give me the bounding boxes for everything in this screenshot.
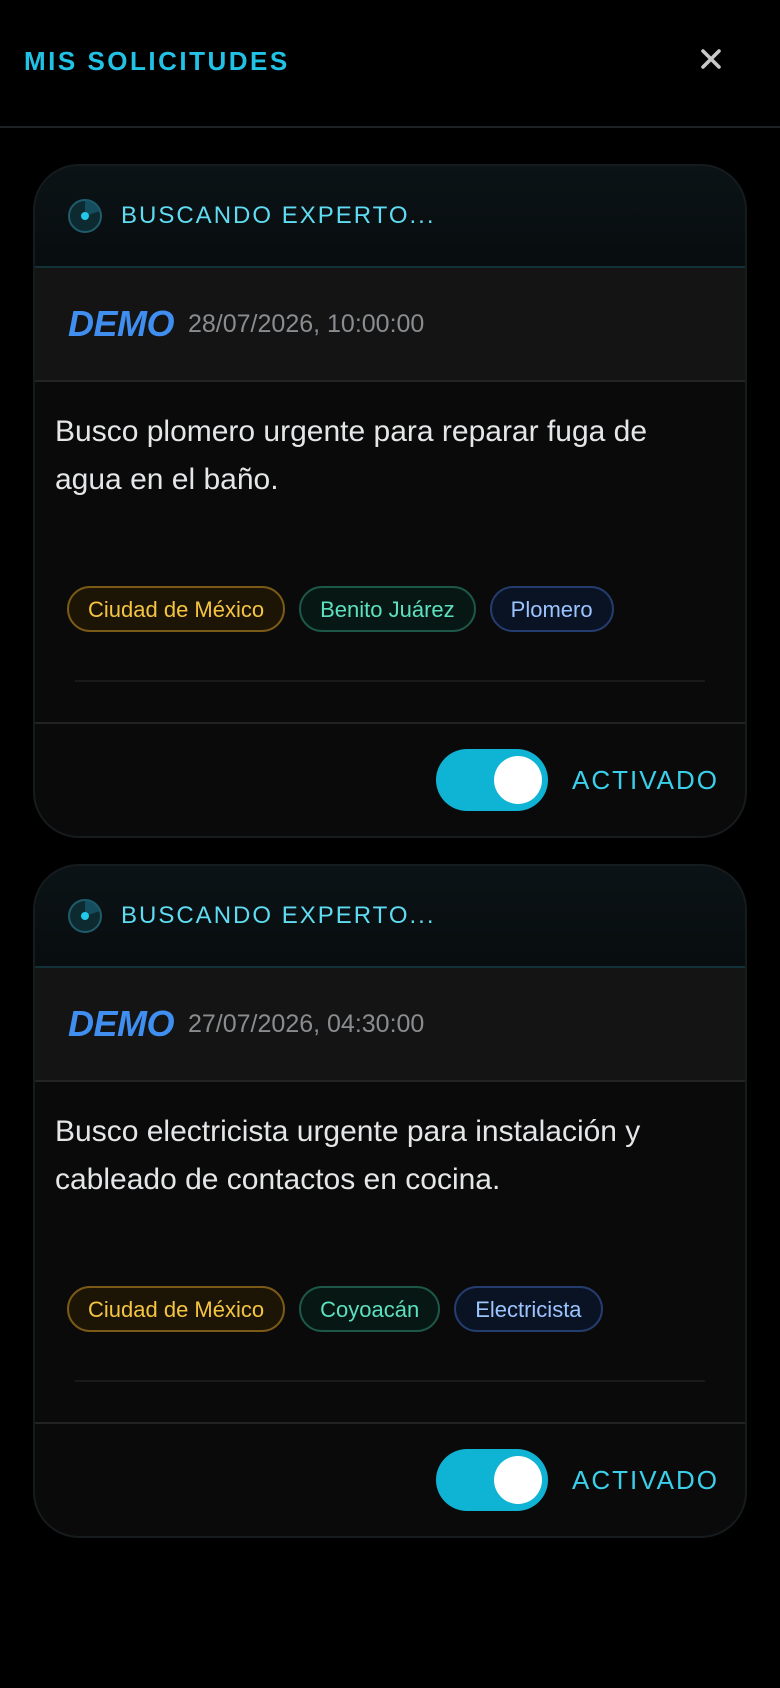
header: MIS SOLICITUDES: [0, 0, 780, 128]
card-status-bar: BUSCANDO EXPERTO...: [35, 866, 745, 968]
requests-screen: MIS SOLICITUDES BUSCANDO EXPERTO... DEMO…: [0, 0, 780, 1688]
card-body: Busco plomero urgente para reparar fuga …: [35, 382, 745, 682]
card-footer: ACTIVADO: [35, 1422, 745, 1536]
active-toggle[interactable]: [436, 749, 549, 811]
request-card: BUSCANDO EXPERTO... DEMO 28/07/2026, 10:…: [33, 164, 747, 838]
city-tag: Ciudad de México: [67, 586, 286, 632]
area-tag: Benito Juárez: [299, 586, 476, 632]
request-list: BUSCANDO EXPERTO... DEMO 28/07/2026, 10:…: [0, 128, 780, 1538]
user-name: DEMO: [68, 303, 175, 344]
card-body: Busco electricista urgente para instalac…: [35, 1082, 745, 1382]
trade-tag: Electricista: [454, 1286, 603, 1332]
searching-radar-icon: [68, 899, 102, 933]
user-name: DEMO: [68, 1003, 175, 1044]
page-title: MIS SOLICITUDES: [24, 46, 290, 76]
status-text: BUSCANDO EXPERTO...: [121, 902, 436, 929]
tag-list: Ciudad de México Benito Juárez Plomero: [55, 586, 725, 632]
status-text: BUSCANDO EXPERTO...: [121, 202, 436, 229]
timestamp: 28/07/2026, 10:00:00: [188, 309, 425, 338]
request-description: Busco plomero urgente para reparar fuga …: [55, 415, 648, 496]
area-tag: Coyoacán: [299, 1286, 441, 1332]
card-meta: DEMO 27/07/2026, 04:30:00: [35, 968, 745, 1082]
close-icon: [701, 49, 721, 69]
active-toggle[interactable]: [436, 1449, 549, 1511]
request-description: Busco electricista urgente para instalac…: [55, 1115, 641, 1196]
city-tag: Ciudad de México: [67, 1286, 286, 1332]
card-status-bar: BUSCANDO EXPERTO...: [35, 166, 745, 268]
close-button[interactable]: [694, 42, 728, 76]
toggle-knob: [494, 756, 543, 804]
tag-list: Ciudad de México Coyoacán Electricista: [55, 1286, 725, 1332]
divider: [75, 680, 705, 682]
searching-radar-icon: [68, 199, 102, 233]
trade-tag: Plomero: [489, 586, 614, 632]
toggle-knob: [494, 1456, 543, 1504]
timestamp: 27/07/2026, 04:30:00: [188, 1009, 425, 1038]
toggle-label: ACTIVADO: [572, 764, 719, 795]
toggle-label: ACTIVADO: [572, 1464, 719, 1495]
card-meta: DEMO 28/07/2026, 10:00:00: [35, 268, 745, 382]
request-card: BUSCANDO EXPERTO... DEMO 27/07/2026, 04:…: [33, 864, 747, 1538]
divider: [75, 1380, 705, 1382]
card-footer: ACTIVADO: [35, 722, 745, 836]
